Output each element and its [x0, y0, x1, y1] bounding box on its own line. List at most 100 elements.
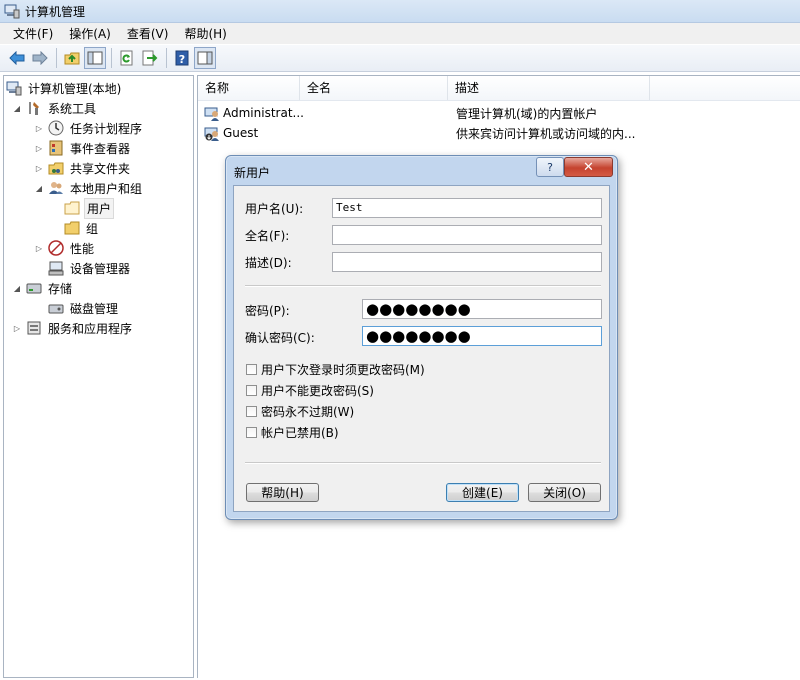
new-user-dialog: 新用户 ? ✕ 用户名(U): Test 全名(F): 描述(D): 密码(P)… — [225, 155, 618, 520]
tree-item-performance[interactable]: ▷ 性能 — [34, 238, 96, 258]
cannot-change-password-checkbox[interactable]: 用户不能更改密码(S) — [246, 382, 374, 399]
disk-management-icon — [48, 300, 64, 316]
event-viewer-icon — [48, 140, 64, 156]
tree-item-system-tools[interactable]: ◢ 系统工具 — [12, 98, 98, 118]
tree-item-label: 共享文件夹 — [70, 161, 131, 176]
svg-text:?: ? — [179, 53, 185, 66]
disabled-user-icon — [204, 127, 219, 141]
dialog-title: 新用户 — [234, 166, 271, 180]
back-icon — [9, 51, 25, 65]
password-never-expires-checkbox[interactable]: 密码永不过期(W) — [246, 403, 354, 420]
tree-item-groups[interactable]: 组 — [64, 218, 100, 238]
refresh-icon — [120, 50, 133, 66]
confirm-password-field[interactable]: ●●●●●●●● — [362, 326, 602, 346]
close-icon: ✕ — [583, 159, 594, 175]
menu-help[interactable]: 帮助(H) — [176, 25, 234, 42]
folder-icon — [64, 200, 80, 216]
folder-icon — [64, 220, 80, 236]
user-icon — [204, 107, 219, 121]
title-bar: 计算机管理 — [0, 0, 800, 23]
user-description: 供来宾访问计算机或访问域的内... — [456, 126, 636, 141]
user-name: Guest — [223, 126, 259, 140]
toolbar-separator — [56, 48, 57, 68]
separator — [245, 462, 601, 464]
expand-arrow-icon[interactable]: ▷ — [12, 324, 22, 333]
expand-arrow-icon[interactable]: ▷ — [34, 244, 44, 253]
local-users-groups-icon — [48, 180, 64, 196]
dialog-body: 用户名(U): Test 全名(F): 描述(D): 密码(P): ●●●●●●… — [233, 185, 610, 512]
tree-item-disk-management[interactable]: 磁盘管理 — [48, 298, 120, 318]
close-button[interactable]: 关闭(O) — [528, 483, 601, 502]
checkbox-label: 用户下次登录时须更改密码(M) — [261, 363, 425, 377]
tree-item-event-viewer[interactable]: ▷ 事件查看器 — [34, 138, 132, 158]
description-field[interactable] — [332, 252, 602, 272]
export-list-button[interactable] — [139, 47, 161, 69]
question-mark-icon: ? — [547, 160, 553, 174]
username-field[interactable]: Test — [332, 198, 602, 218]
checkbox-box[interactable] — [246, 385, 257, 396]
tree-item-label: 事件查看器 — [70, 141, 131, 156]
tree-item-storage[interactable]: ◢ 存储 — [12, 278, 74, 298]
column-header-name[interactable]: 名称 — [198, 76, 300, 100]
menu-file[interactable]: 文件(F) — [0, 25, 61, 42]
properties-button[interactable] — [194, 47, 216, 69]
back-button[interactable] — [6, 47, 28, 69]
tree-item-device-manager[interactable]: 设备管理器 — [48, 258, 132, 278]
tree-item-task-scheduler[interactable]: ▷ 任务计划程序 — [34, 118, 144, 138]
expand-arrow-icon[interactable]: ▷ — [34, 164, 44, 173]
tree-item-users[interactable]: 用户 — [64, 197, 115, 219]
checkbox-box[interactable] — [246, 364, 257, 375]
menu-bar: 文件(F) 操作(A) 查看(V) 帮助(H) — [0, 23, 800, 44]
services-apps-icon — [26, 320, 42, 336]
forward-button[interactable] — [29, 47, 51, 69]
tree-item-local-users-groups[interactable]: ◢ 本地用户和组 — [34, 178, 144, 198]
export-list-icon — [142, 50, 158, 66]
must-change-password-checkbox[interactable]: 用户下次登录时须更改密码(M) — [246, 361, 425, 378]
help-button[interactable]: 帮助(H) — [246, 483, 319, 502]
checkbox-label: 帐户已禁用(B) — [261, 426, 339, 440]
description-label: 描述(D): — [245, 256, 292, 270]
fullname-label: 全名(F): — [245, 229, 290, 243]
create-button[interactable]: 创建(E) — [446, 483, 519, 502]
menu-action[interactable]: 操作(A) — [61, 25, 119, 42]
list-row-administrator[interactable]: Administrat... 管理计算机(域)的内置帐户 — [198, 103, 798, 123]
column-header-description[interactable]: 描述 — [448, 76, 650, 100]
tree-item-label: 磁盘管理 — [70, 301, 119, 316]
tree-item-shared-folders[interactable]: ▷ 共享文件夹 — [34, 158, 132, 178]
collapse-arrow-icon[interactable]: ◢ — [34, 184, 44, 193]
collapse-arrow-icon[interactable]: ◢ — [12, 104, 22, 113]
fullname-field[interactable] — [332, 225, 602, 245]
up-folder-icon — [64, 52, 80, 65]
tree-item-label: 服务和应用程序 — [48, 321, 133, 336]
up-level-button[interactable] — [61, 47, 83, 69]
help-icon: ? — [175, 50, 189, 66]
tree-item-label: 设备管理器 — [70, 261, 131, 276]
navigation-tree: 计算机管理(本地) ◢ 系统工具 ▷ 任务计划程序 ▷ 事件查看器 ▷ 共享文件… — [3, 75, 194, 678]
tree-item-label: 性能 — [70, 241, 95, 256]
tree-item-label: 用户 — [84, 197, 115, 219]
expand-arrow-icon[interactable]: ▷ — [34, 144, 44, 153]
checkbox-box[interactable] — [246, 406, 257, 417]
checkbox-box[interactable] — [246, 427, 257, 438]
toolbar-separator — [166, 48, 167, 68]
dialog-close-button[interactable]: ✕ — [564, 157, 613, 177]
tree-item-computer-management[interactable]: 计算机管理(本地) — [6, 78, 123, 98]
password-field[interactable]: ●●●●●●●● — [362, 299, 602, 319]
expand-arrow-icon[interactable]: ▷ — [34, 124, 44, 133]
help-button[interactable]: ? — [171, 47, 193, 69]
window-title: 计算机管理 — [25, 4, 86, 19]
show-hide-tree-button[interactable] — [84, 47, 106, 69]
column-header-fullname[interactable]: 全名 — [300, 76, 448, 100]
separator — [245, 285, 601, 287]
task-scheduler-icon — [48, 120, 64, 136]
menu-view[interactable]: 查看(V) — [119, 25, 177, 42]
tree-item-services-apps[interactable]: ▷ 服务和应用程序 — [12, 318, 134, 338]
account-disabled-checkbox[interactable]: 帐户已禁用(B) — [246, 424, 339, 441]
checkbox-label: 用户不能更改密码(S) — [261, 384, 374, 398]
list-row-guest[interactable]: Guest 供来宾访问计算机或访问域的内... — [198, 123, 798, 143]
dialog-help-button[interactable]: ? — [536, 157, 564, 177]
toolbar-separator — [111, 48, 112, 68]
device-manager-icon — [48, 260, 64, 276]
collapse-arrow-icon[interactable]: ◢ — [12, 284, 22, 293]
refresh-button[interactable] — [116, 47, 138, 69]
